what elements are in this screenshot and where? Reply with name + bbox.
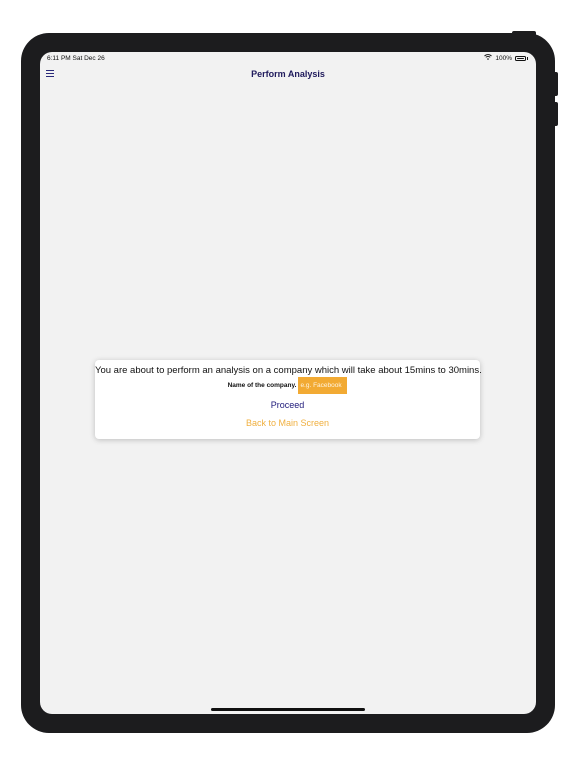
status-indicators: 100% bbox=[484, 54, 528, 62]
status-bar: 6:11 PM Sat Dec 26 100% bbox=[40, 52, 536, 64]
home-indicator[interactable] bbox=[211, 708, 365, 711]
battery-percent: 100% bbox=[495, 54, 512, 62]
company-name-input[interactable] bbox=[298, 377, 348, 394]
device-volume-down-button bbox=[555, 102, 558, 126]
company-name-label: Name of the company. bbox=[227, 382, 297, 389]
device-volume-up-button bbox=[555, 72, 558, 96]
battery-tip bbox=[527, 56, 528, 60]
proceed-button[interactable]: Proceed bbox=[95, 400, 480, 410]
battery-icon bbox=[515, 55, 526, 61]
app-screen: 6:11 PM Sat Dec 26 100% Perform Analysis bbox=[40, 52, 536, 714]
dialog-message: You are about to perform an analysis on … bbox=[95, 365, 482, 376]
page-title: Perform Analysis bbox=[251, 69, 325, 79]
analysis-dialog: You are about to perform an analysis on … bbox=[95, 360, 482, 439]
wifi-icon bbox=[484, 54, 493, 62]
battery-fill bbox=[517, 57, 524, 59]
company-name-row: Name of the company. bbox=[95, 377, 480, 394]
back-to-main-screen-button[interactable]: Back to Main Screen bbox=[95, 418, 480, 428]
navigation-bar: Perform Analysis bbox=[40, 64, 536, 86]
status-time-date: 6:11 PM Sat Dec 26 bbox=[47, 55, 105, 62]
